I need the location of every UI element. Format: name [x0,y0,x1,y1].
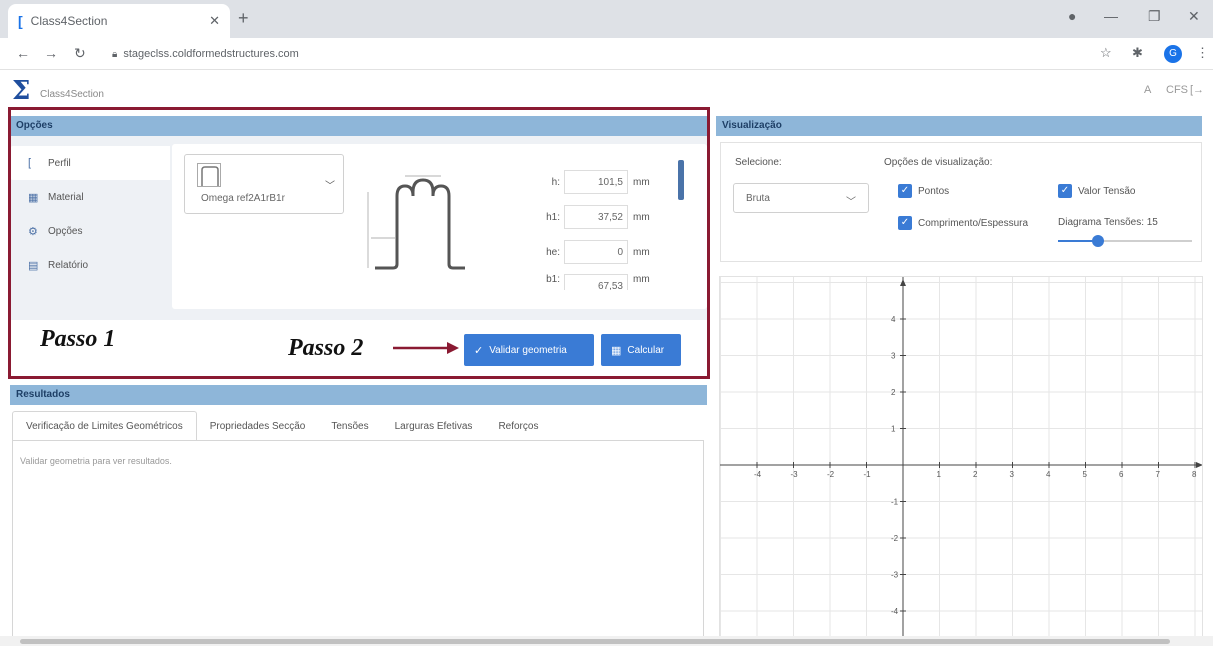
menu-icon[interactable]: ⋮ [1196,45,1209,61]
lock-icon: 🔒︎ [112,48,118,60]
user-icon[interactable]: A [1144,84,1151,96]
x-tick-label: 6 [1119,470,1124,479]
y-tick-label: 3 [891,352,896,361]
logout-icon[interactable]: [→ [1190,84,1204,96]
chevron-down-icon: ﹀ [846,197,856,208]
tab-tensoes[interactable]: Tensões [318,411,381,441]
close-tab-icon[interactable]: ✕ [209,13,220,29]
cfs-icon[interactable]: CFS [1166,84,1188,96]
section-type-select[interactable]: Bruta ﹀ [733,183,869,213]
tab-reforcos[interactable]: Reforços [485,411,551,441]
scrollbar-thumb[interactable] [20,639,1170,644]
y-tick-label: -4 [891,607,899,616]
extensions-icon[interactable]: ✱ [1132,45,1143,61]
resultados-header: Resultados [10,385,707,405]
browser-tab-title: Class4Section [30,14,108,28]
x-tick-label: -1 [864,470,872,479]
tab-larguras[interactable]: Larguras Efetivas [382,411,486,441]
resultados-body [12,440,704,636]
url-input[interactable]: 🔒︎ stageclss.coldformedstructures.com [108,42,1078,66]
valor-tensao-label: Valor Tensão [1078,185,1136,197]
x-tick-label: 8 [1192,470,1197,479]
y-tick-label: 4 [891,315,896,324]
app-header: Σ Class4Section A CFS [→ [0,70,1213,108]
close-window-icon[interactable]: ✕ [1188,8,1200,25]
browser-tabstrip: [ Class4Section ✕ + ● — ❐ ✕ [0,0,1213,38]
visualizacao-header: Visualização [716,116,1202,136]
checkbox-checked-icon: ✓ [1058,184,1072,198]
tab-propriedades[interactable]: Propriedades Secção [197,411,319,441]
diagram-slider[interactable] [1058,235,1192,247]
plot-canvas: -4 -3 -2 -1 1 2 3 4 5 6 7 8 4 3 2 1 -1 -2 -3 -4 [720,277,1202,637]
diagram-label: Diagrama Tensões: 15 [1058,217,1158,228]
view-options-label: Opções de visualização: [884,157,993,168]
y-tick-label: 1 [891,425,896,434]
maximize-icon[interactable]: ❐ [1148,8,1161,25]
x-axis-arrow [1196,462,1202,468]
resultados-tabs: Verificação de Limites Geométricos Propr… [12,411,551,441]
star-icon[interactable]: ☆ [1100,45,1112,61]
pontos-label: Pontos [918,185,950,197]
x-tick-label: -4 [754,470,762,479]
new-tab-icon[interactable]: + [238,8,249,29]
reload-icon[interactable]: ↻ [74,45,86,62]
valor-tensao-checkbox[interactable]: ✓ Valor Tensão [1058,184,1135,198]
checkbox-checked-icon: ✓ [898,216,912,230]
forward-icon[interactable]: → [44,45,58,61]
sigma-logo-icon: Σ [12,76,31,106]
y-tick-label: -1 [891,498,899,507]
minimize-icon[interactable]: — [1104,8,1118,24]
y-tick-label: -3 [891,571,899,580]
address-bar-row: ← → ↻ 🔒︎ stageclss.coldformedstructures.… [0,38,1213,70]
x-tick-label: 7 [1156,470,1161,479]
comprimento-label: Comprimento/Espessura [918,217,1029,229]
x-tick-label: 5 [1083,470,1088,479]
y-tick-label: 2 [891,388,896,397]
browser-tab[interactable]: [ Class4Section ✕ [8,4,230,38]
pontos-checkbox[interactable]: ✓ Pontos [898,184,949,198]
x-tick-label: 3 [1010,470,1015,479]
resultados-hint: Validar geometria para ver resultados. [20,456,172,466]
comprimento-checkbox[interactable]: ✓ Comprimento/Espessura [898,216,1028,230]
selecione-label: Selecione: [735,157,782,168]
section-type-value: Bruta [746,193,770,204]
highlight-frame [8,107,710,379]
horizontal-scrollbar[interactable] [0,636,1213,646]
y-tick-label: -2 [891,534,899,543]
url-text: stageclss.coldformedstructures.com [123,48,299,60]
profile-avatar[interactable]: G [1164,45,1182,63]
x-tick-label: -3 [791,470,799,479]
checkbox-checked-icon: ✓ [898,184,912,198]
record-icon[interactable]: ● [1068,8,1076,24]
x-tick-label: -2 [827,470,835,479]
back-icon[interactable]: ← [16,45,30,61]
x-tick-label: 4 [1046,470,1051,479]
x-tick-label: 1 [937,470,942,479]
x-tick-label: 2 [973,470,978,479]
section-plot[interactable]: -4 -3 -2 -1 1 2 3 4 5 6 7 8 4 3 2 1 -1 -2 -3 -4 [719,276,1203,638]
tab-verificacao[interactable]: Verificação de Limites Geométricos [12,411,197,441]
app-name: Class4Section [40,89,104,100]
favicon-icon: [ [18,13,23,29]
